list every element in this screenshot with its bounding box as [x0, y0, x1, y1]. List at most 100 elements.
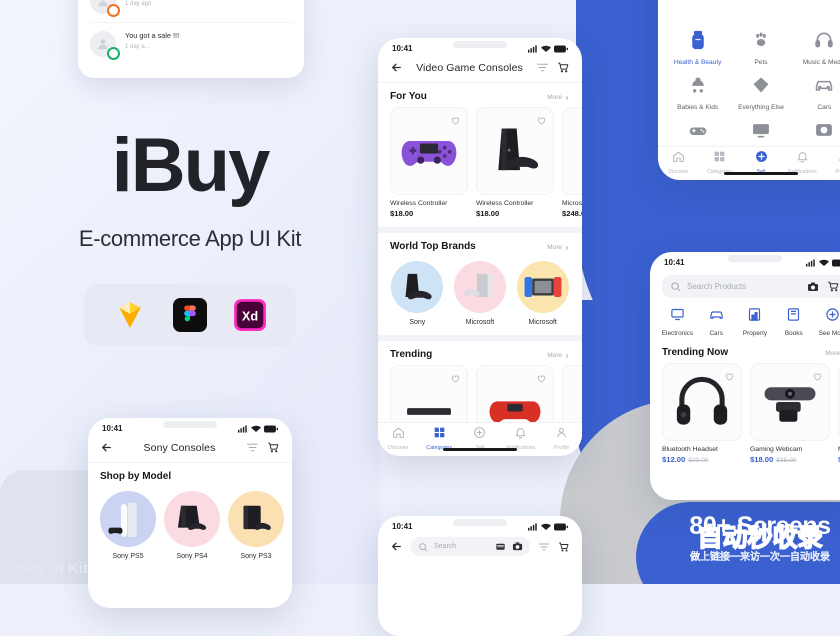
scan-icon[interactable]	[495, 541, 506, 552]
category-pets[interactable]: Pets	[729, 30, 792, 66]
more-link[interactable]: More	[547, 244, 570, 251]
favorite-heart-icon[interactable]	[450, 371, 461, 389]
status-icons	[806, 258, 840, 267]
tab-discover[interactable]: Discover	[378, 426, 419, 451]
category-cars[interactable]: Cars	[793, 75, 840, 111]
back-arrow-icon[interactable]	[390, 540, 403, 553]
product-card[interactable]: Gaming Webcam $18.00 $35.00	[750, 363, 830, 464]
search-input[interactable]: Search	[434, 543, 489, 550]
model-thumbnail	[228, 491, 284, 547]
figma-icon	[171, 296, 209, 334]
product-carousel-for-you[interactable]: Wireless Controller $18.00 Wireless Cont…	[378, 107, 582, 218]
filter-icon[interactable]	[536, 61, 549, 74]
cart-icon[interactable]	[557, 61, 570, 74]
favorite-heart-icon[interactable]	[450, 113, 461, 131]
category-health-beauty[interactable]: Health & Beauty	[666, 30, 729, 66]
product-image-controller-red	[489, 401, 541, 423]
product-price: $18.00	[476, 209, 500, 218]
search-bar[interactable]: Search	[411, 537, 530, 556]
favorite-heart-icon[interactable]	[536, 113, 547, 131]
tab-discover[interactable]: Discover	[658, 150, 699, 175]
section-header-world-top-brands: World Top Brands More	[378, 233, 582, 257]
chip-electronics[interactable]: Electronics	[660, 307, 695, 337]
search-bar[interactable]: Search Products	[662, 275, 840, 298]
notification-time: 1 day a...	[125, 44, 150, 51]
section-header-trending-now: Trending Now More	[650, 339, 840, 363]
section-header-trending: Trending More	[378, 341, 582, 365]
notification-badge-message	[107, 4, 120, 17]
cart-icon[interactable]	[827, 280, 840, 293]
product-card[interactable]: Microso $248.0	[562, 107, 582, 218]
product-image-console-xbox	[572, 129, 582, 173]
category-chips[interactable]: Electronics Cars Property Books See More	[650, 298, 840, 339]
model-card[interactable]: Sony PS5	[100, 491, 156, 560]
appbar: Sony Consoles	[88, 435, 292, 463]
phone-search: 10:41 Search	[378, 516, 582, 636]
model-card[interactable]: Sony PS3	[228, 491, 284, 560]
brand-card[interactable]: Microsoft	[515, 261, 570, 326]
search-icon	[418, 542, 428, 552]
notification-time: 1 day ago	[125, 1, 152, 8]
category-music-media[interactable]: Music & Media	[793, 30, 840, 66]
category-label: Pets	[754, 59, 768, 66]
product-name: Wireless Controller	[476, 200, 534, 207]
product-card[interactable]: Wireless Controller $18.00	[476, 107, 554, 218]
chip-cars[interactable]: Cars	[699, 307, 734, 337]
model-name: Sony PS5	[112, 553, 144, 560]
chip-property[interactable]: Property	[738, 307, 773, 337]
brand-thumbnail	[516, 261, 569, 313]
product-price-old: $20.00	[688, 457, 709, 464]
camera-icon[interactable]	[512, 541, 523, 552]
home-indicator	[724, 172, 798, 175]
category-camera[interactable]	[793, 120, 840, 149]
favorite-heart-icon[interactable]	[812, 369, 823, 387]
tab-label: Profile	[835, 169, 840, 175]
notification-item[interactable]: You got a sale !!! 1 day a...	[90, 23, 292, 65]
section-title: Trending	[390, 349, 433, 360]
chip-books[interactable]: Books	[776, 307, 811, 337]
category-tv[interactable]	[729, 120, 792, 149]
favorite-heart-icon[interactable]	[724, 369, 735, 387]
category-label: Babies & Kids	[677, 104, 719, 111]
product-card[interactable]: Bluetooth Headset $12.00 $20.00	[662, 363, 742, 464]
category-babies-kids[interactable]: Babies & Kids	[666, 75, 729, 111]
more-link[interactable]: More	[547, 94, 570, 101]
brand-carousel[interactable]: Sony Microsoft Microsoft	[378, 257, 582, 326]
filter-icon[interactable]	[538, 541, 550, 553]
cart-icon[interactable]	[267, 441, 280, 454]
tab-profile[interactable]: Profile	[823, 150, 840, 175]
filter-icon[interactable]	[246, 441, 259, 454]
model-image-ps3	[243, 505, 271, 530]
brand-card[interactable]: Microsoft	[453, 261, 508, 326]
tab-profile[interactable]: Profile	[541, 426, 582, 451]
back-arrow-icon[interactable]	[390, 61, 403, 74]
chip-label: See More	[818, 330, 840, 337]
chip-label: Books	[784, 330, 803, 337]
home-indicator	[443, 448, 517, 451]
cart-icon[interactable]	[558, 541, 570, 553]
section-title: Shop by Model	[100, 471, 172, 482]
sketch-icon	[111, 296, 149, 334]
more-link[interactable]: More	[825, 350, 840, 357]
notification-item[interactable]: Hey Danial, Saimond Jonson sent you a me…	[90, 0, 292, 23]
brand-card[interactable]: Sony	[390, 261, 445, 326]
favorite-heart-icon[interactable]	[536, 371, 547, 389]
search-input[interactable]: Search Products	[687, 282, 801, 291]
status-time: 10:41	[392, 44, 413, 53]
notification-badge-sale	[107, 47, 120, 60]
model-carousel[interactable]: Sony PS5 Sony PS4 Sony PS3	[88, 487, 292, 560]
product-card[interactable]: Wireless Controller $18.00	[390, 107, 468, 218]
model-thumbnail	[164, 491, 220, 547]
phone-trending-now: 10:41 Search Products Electronics Cars P…	[650, 252, 840, 500]
product-price-old: $35.00	[776, 457, 797, 464]
appbar: Video Game Consoles	[378, 55, 582, 83]
more-label: More	[825, 350, 840, 357]
more-link[interactable]: More	[547, 352, 570, 359]
camera-icon[interactable]	[807, 281, 819, 293]
product-carousel-trending-now[interactable]: Bluetooth Headset $12.00 $20.00 Gaming We…	[650, 363, 840, 464]
chip-see-more[interactable]: See More	[815, 307, 840, 337]
model-card[interactable]: Sony PS4	[164, 491, 220, 560]
back-arrow-icon[interactable]	[100, 441, 113, 454]
category-everything-else[interactable]: Everything Else	[729, 75, 792, 111]
category-gaming[interactable]	[666, 120, 729, 149]
